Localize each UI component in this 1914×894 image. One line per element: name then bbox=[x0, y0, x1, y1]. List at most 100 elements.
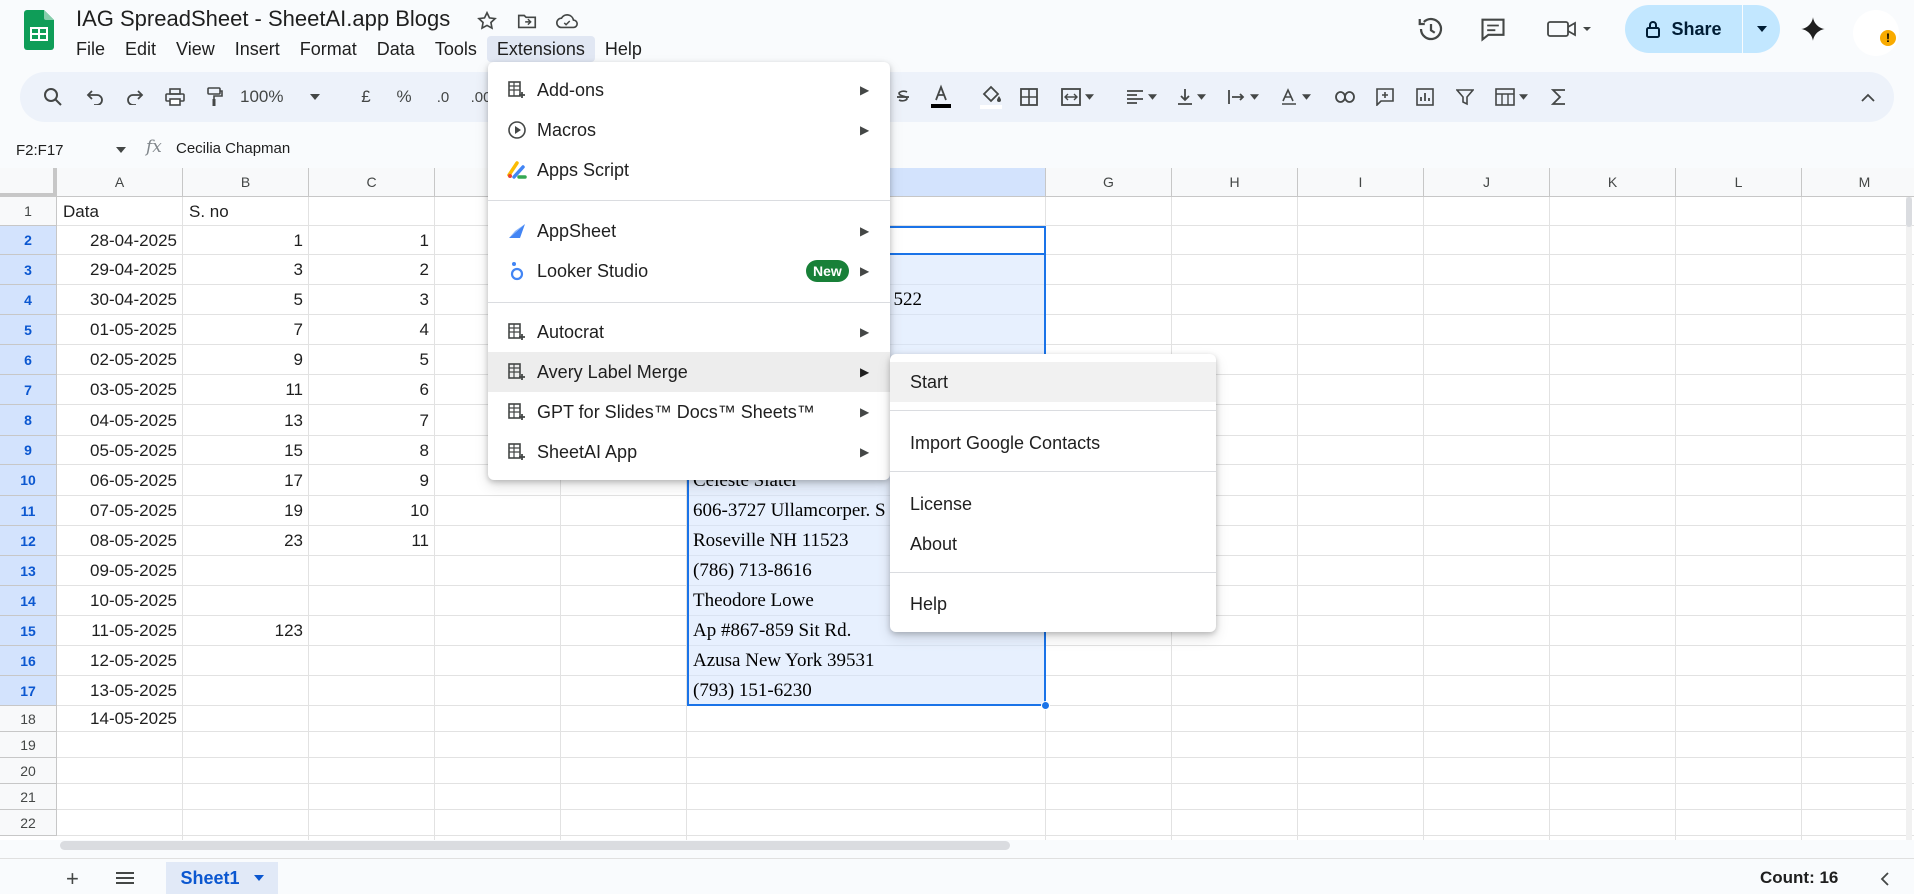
row-header-5[interactable]: 5 bbox=[0, 315, 57, 345]
insert-comment-icon[interactable] bbox=[1372, 84, 1398, 110]
collapse-toolbar-icon[interactable] bbox=[1856, 84, 1880, 110]
horizontal-scrollbar[interactable] bbox=[60, 841, 1010, 850]
zoom-select[interactable]: 100% bbox=[240, 84, 320, 110]
row-header-8[interactable]: 8 bbox=[0, 405, 57, 436]
cell-f16[interactable]: Azusa New York 39531 bbox=[687, 646, 1046, 676]
row-header-14[interactable]: 14 bbox=[0, 586, 57, 616]
document-title[interactable]: IAG SpreadSheet - SheetAI.app Blogs bbox=[76, 6, 450, 32]
row-header-2[interactable]: 2 bbox=[0, 226, 57, 255]
cell-b7[interactable]: 11 bbox=[183, 375, 309, 405]
cell-c7[interactable]: 6 bbox=[309, 375, 435, 405]
column-header-m[interactable]: M bbox=[1802, 168, 1914, 197]
cell-a2[interactable]: 28-04-2025 bbox=[57, 226, 183, 255]
side-panel-toggle-icon[interactable] bbox=[1880, 872, 1890, 891]
share-button[interactable]: Share bbox=[1625, 5, 1743, 53]
cell-c12[interactable]: 11 bbox=[309, 526, 435, 556]
fill-color-icon[interactable] bbox=[976, 84, 1006, 110]
cell-a17[interactable]: 13-05-2025 bbox=[57, 676, 183, 706]
sheets-logo-icon[interactable] bbox=[24, 10, 60, 56]
menu-item-apps-script[interactable]: Apps Script bbox=[488, 150, 890, 190]
text-rotation-icon[interactable] bbox=[1274, 84, 1316, 110]
row-header-16[interactable]: 16 bbox=[0, 646, 57, 676]
version-history-icon[interactable] bbox=[1414, 12, 1448, 46]
column-header-b[interactable]: B bbox=[183, 168, 309, 197]
row-header-12[interactable]: 12 bbox=[0, 526, 57, 556]
column-header-a[interactable]: A bbox=[57, 168, 183, 197]
cell-a18[interactable]: 14-05-2025 bbox=[57, 706, 183, 732]
cell-a16[interactable]: 12-05-2025 bbox=[57, 646, 183, 676]
sheet-tab[interactable]: Sheet1 bbox=[166, 862, 278, 894]
row-header-3[interactable]: 3 bbox=[0, 255, 57, 285]
menu-extensions[interactable]: Extensions bbox=[486, 36, 595, 62]
cell-b6[interactable]: 9 bbox=[183, 345, 309, 375]
undo-icon[interactable] bbox=[82, 84, 108, 110]
menu-view[interactable]: View bbox=[166, 36, 225, 62]
cell-a3[interactable]: 29-04-2025 bbox=[57, 255, 183, 285]
borders-icon[interactable] bbox=[1016, 84, 1042, 110]
cloud-saved-icon[interactable] bbox=[555, 10, 578, 32]
cell-c2[interactable]: 1 bbox=[309, 226, 435, 255]
insert-link-icon[interactable] bbox=[1332, 84, 1358, 110]
submenu-item-start[interactable]: Start bbox=[890, 362, 1216, 402]
cell-c9[interactable]: 8 bbox=[309, 436, 435, 465]
submenu-item-import-google-contacts[interactable]: Import Google Contacts bbox=[890, 423, 1216, 463]
menu-edit[interactable]: Edit bbox=[115, 36, 166, 62]
cell-a15[interactable]: 11-05-2025 bbox=[57, 616, 183, 646]
menu-format[interactable]: Format bbox=[290, 36, 367, 62]
text-wrapping-icon[interactable] bbox=[1222, 84, 1264, 110]
cell-c11[interactable]: 10 bbox=[309, 496, 435, 526]
filter-views-icon[interactable] bbox=[1490, 84, 1532, 110]
menu-item-looker-studio[interactable]: Looker Studio New ▶ bbox=[488, 251, 890, 291]
column-header-c[interactable]: C bbox=[309, 168, 435, 197]
menu-tools[interactable]: Tools bbox=[425, 36, 487, 62]
search-menus-icon[interactable] bbox=[40, 84, 66, 110]
cell-c10[interactable]: 9 bbox=[309, 465, 435, 496]
print-icon[interactable] bbox=[162, 84, 188, 110]
cell-a13[interactable]: 09-05-2025 bbox=[57, 556, 183, 586]
decrease-decimal-button[interactable]: .0 bbox=[428, 84, 458, 110]
select-all-corner[interactable] bbox=[0, 168, 57, 197]
cell-a11[interactable]: 07-05-2025 bbox=[57, 496, 183, 526]
cell-c6[interactable]: 5 bbox=[309, 345, 435, 375]
filter-icon[interactable] bbox=[1452, 84, 1478, 110]
row-header-15[interactable]: 15 bbox=[0, 616, 57, 646]
cell-b15[interactable]: 123 bbox=[183, 616, 309, 646]
submenu-item-help[interactable]: Help bbox=[890, 584, 1216, 624]
row-header-22[interactable]: 22 bbox=[0, 810, 57, 836]
cell-a6[interactable]: 02-05-2025 bbox=[57, 345, 183, 375]
cell-b3[interactable]: 3 bbox=[183, 255, 309, 285]
cell-a10[interactable]: 06-05-2025 bbox=[57, 465, 183, 496]
cell-a7[interactable]: 03-05-2025 bbox=[57, 375, 183, 405]
menu-item-avery-label-merge[interactable]: Avery Label Merge ▶ bbox=[488, 352, 890, 392]
menu-item-gpt-for-slides-docs-sheets[interactable]: GPT for Slides™ Docs™ Sheets™ ▶ bbox=[488, 392, 890, 432]
row-header-13[interactable]: 13 bbox=[0, 556, 57, 586]
cell-f17[interactable]: (793) 151-6230 bbox=[687, 676, 1046, 706]
column-header-j[interactable]: J bbox=[1424, 168, 1550, 197]
cell-c4[interactable]: 3 bbox=[309, 285, 435, 315]
cell-b4[interactable]: 5 bbox=[183, 285, 309, 315]
redo-icon[interactable] bbox=[122, 84, 148, 110]
cell-b10[interactable]: 17 bbox=[183, 465, 309, 496]
merge-cells-icon[interactable] bbox=[1056, 84, 1098, 110]
column-header-k[interactable]: K bbox=[1550, 168, 1676, 197]
cell-c3[interactable]: 2 bbox=[309, 255, 435, 285]
menu-item-add-ons[interactable]: Add-ons ▶ bbox=[488, 70, 890, 110]
meet-icon[interactable] bbox=[1544, 12, 1596, 46]
column-header-l[interactable]: L bbox=[1676, 168, 1802, 197]
cell-b9[interactable]: 15 bbox=[183, 436, 309, 465]
menu-item-sheetai-app[interactable]: SheetAI App ▶ bbox=[488, 432, 890, 472]
cell-a5[interactable]: 01-05-2025 bbox=[57, 315, 183, 345]
row-header-18[interactable]: 18 bbox=[0, 706, 57, 732]
fill-handle[interactable] bbox=[1041, 701, 1050, 710]
horizontal-align-icon[interactable] bbox=[1120, 84, 1162, 110]
vertical-scrollbar[interactable] bbox=[1906, 197, 1912, 840]
move-folder-icon[interactable] bbox=[516, 10, 538, 32]
menu-file[interactable]: File bbox=[66, 36, 115, 62]
gemini-sparkle-icon[interactable] bbox=[1796, 12, 1830, 46]
cell-c8[interactable]: 7 bbox=[309, 405, 435, 436]
menu-insert[interactable]: Insert bbox=[225, 36, 290, 62]
cell-b11[interactable]: 19 bbox=[183, 496, 309, 526]
cell-b12[interactable]: 23 bbox=[183, 526, 309, 556]
cell-a1[interactable]: Data bbox=[57, 197, 183, 226]
format-currency-button[interactable]: £ bbox=[356, 84, 376, 110]
